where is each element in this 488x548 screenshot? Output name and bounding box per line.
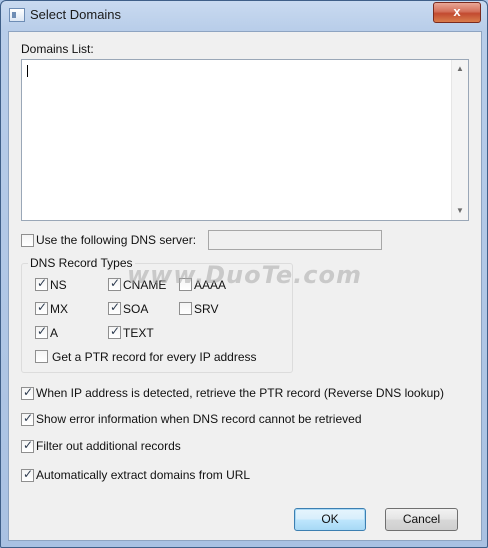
a-label: A	[50, 326, 59, 340]
scroll-down-arrow-icon[interactable]: ▼	[452, 204, 468, 218]
ns-label: NS	[50, 278, 67, 292]
text-checkbox[interactable]	[108, 324, 121, 339]
vertical-scrollbar[interactable]: ▲ ▼	[451, 60, 468, 220]
text-caret	[27, 65, 28, 77]
dns-server-input[interactable]	[208, 230, 382, 250]
title-bar[interactable]: Select Domains x	[1, 1, 487, 29]
extract-domains-label: Automatically extract domains from URL	[36, 468, 251, 482]
soa-checkbox[interactable]	[108, 300, 121, 315]
domains-list-label: Domains List:	[21, 42, 94, 56]
cname-checkbox[interactable]	[108, 276, 121, 291]
mx-checkbox[interactable]	[35, 300, 48, 315]
window-icon	[9, 8, 25, 22]
srv-label: SRV	[194, 302, 219, 316]
dialog-body: Domains List: ▲ ▼ Use the following DNS …	[8, 31, 482, 541]
close-button[interactable]: x	[433, 2, 481, 23]
scroll-up-arrow-icon[interactable]: ▲	[452, 62, 468, 76]
filter-records-checkbox[interactable]	[21, 438, 34, 453]
a-checkbox[interactable]	[35, 324, 48, 339]
filter-records-label: Filter out additional records	[36, 439, 181, 453]
dns-server-label: Use the following DNS server:	[36, 233, 197, 247]
duote-watermark: www.DuoTe.com	[127, 261, 362, 289]
window-title: Select Domains	[30, 7, 122, 22]
reverse-dns-checkbox[interactable]	[21, 385, 34, 400]
ptr-record-label: Get a PTR record for every IP address	[52, 350, 257, 364]
extract-domains-checkbox[interactable]	[21, 467, 34, 482]
text-label: TEXT	[123, 326, 154, 340]
mx-label: MX	[50, 302, 68, 316]
dialog-window: Select Domains x Domains List: ▲ ▼ Use t…	[0, 0, 488, 548]
reverse-dns-label: When IP address is detected, retrieve th…	[36, 386, 444, 400]
dns-server-checkbox[interactable]	[21, 234, 34, 247]
domains-list-textarea[interactable]: ▲ ▼	[21, 59, 469, 221]
cancel-button[interactable]: Cancel	[385, 508, 458, 531]
srv-checkbox[interactable]	[179, 302, 192, 315]
show-errors-checkbox[interactable]	[21, 411, 34, 426]
ns-checkbox[interactable]	[35, 276, 48, 291]
dns-record-types-title: DNS Record Types	[28, 256, 135, 270]
show-errors-label: Show error information when DNS record c…	[36, 412, 362, 426]
ptr-record-checkbox[interactable]	[35, 350, 48, 363]
ok-button[interactable]: OK	[294, 508, 366, 531]
soa-label: SOA	[123, 302, 149, 316]
